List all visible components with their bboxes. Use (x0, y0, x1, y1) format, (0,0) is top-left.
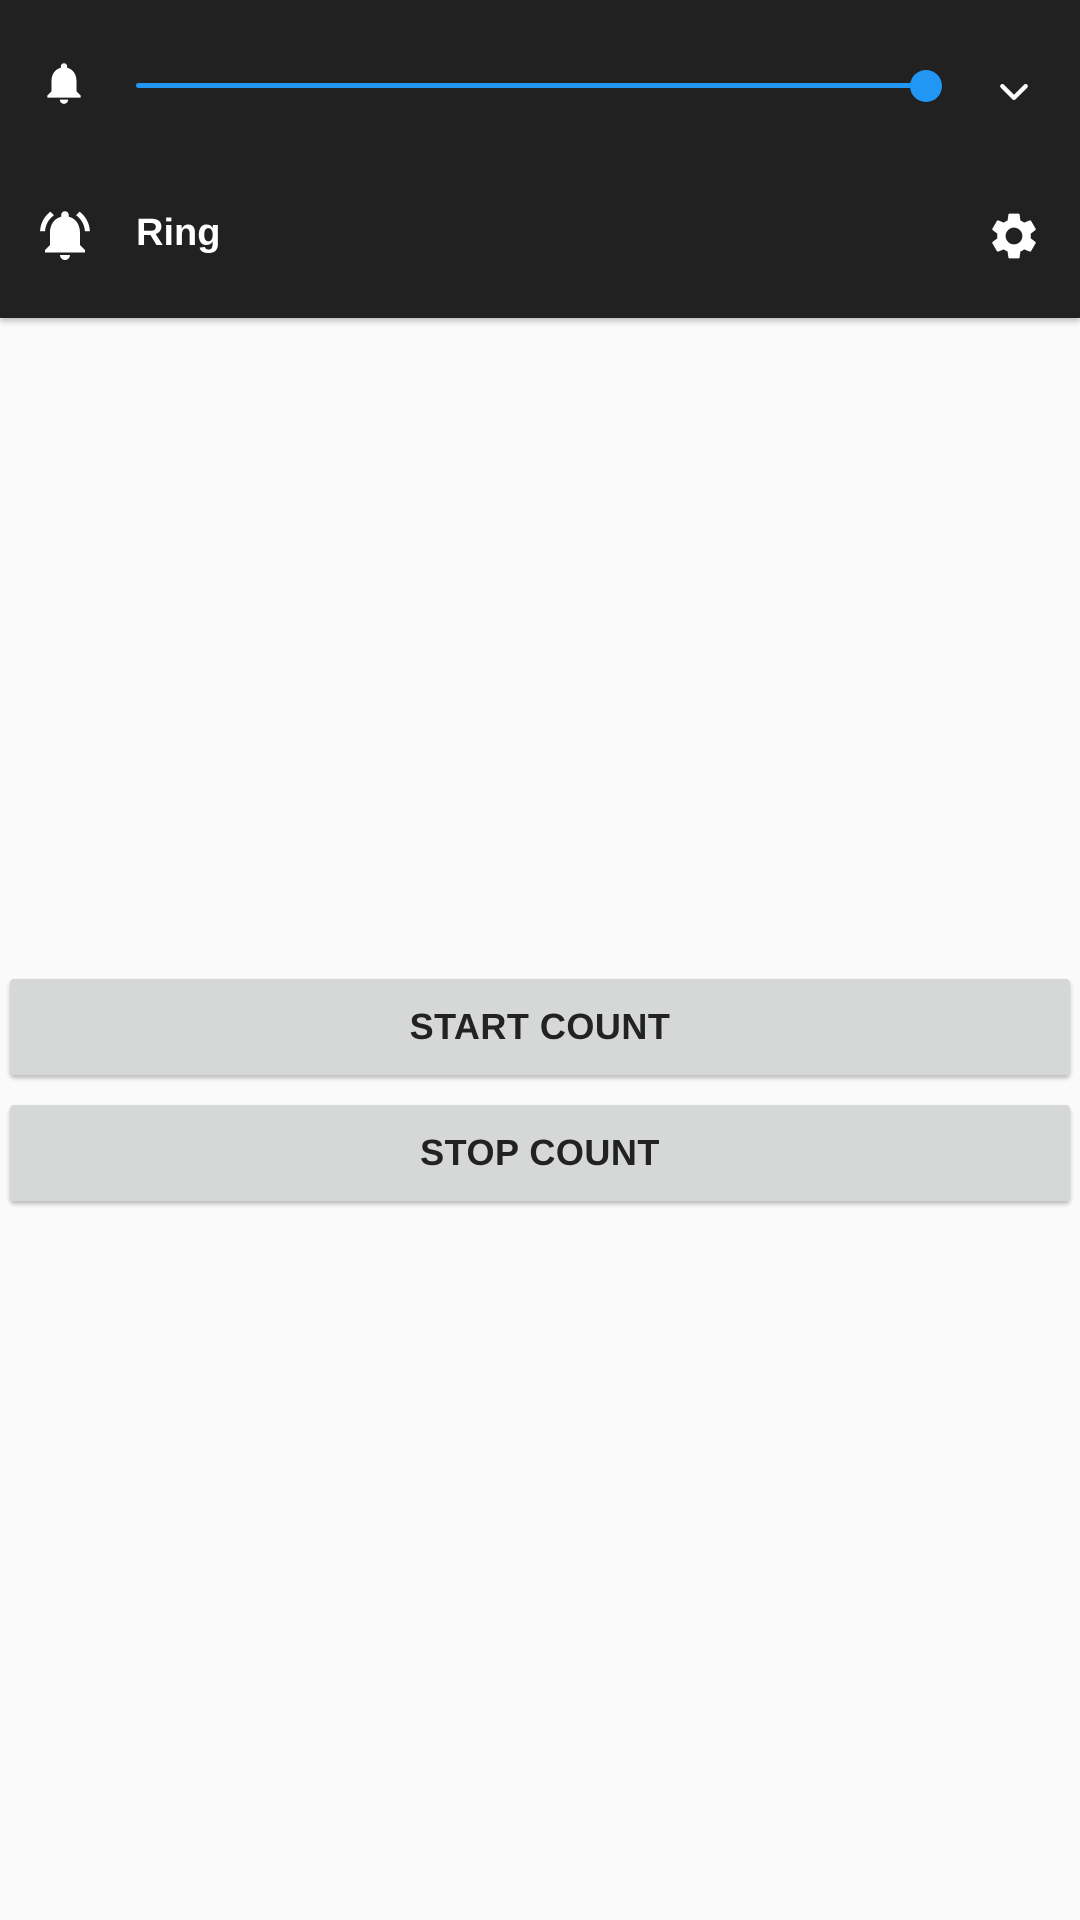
start-count-button[interactable]: START COUNT (10, 979, 1070, 1075)
volume-panel: Ring (0, 0, 1080, 318)
bell-icon[interactable] (34, 51, 94, 115)
bell-ringing-icon[interactable] (34, 204, 96, 266)
volume-slider-row (0, 30, 1080, 138)
slider-fill (136, 83, 926, 88)
ringer-mode-row: Ring (0, 180, 1080, 290)
volume-slider[interactable] (136, 70, 942, 102)
slider-thumb[interactable] (910, 70, 942, 102)
gear-icon[interactable] (984, 206, 1044, 266)
ringer-mode-label: Ring (136, 212, 221, 254)
chevron-down-icon[interactable] (990, 68, 1038, 116)
stop-count-button[interactable]: STOP COUNT (10, 1105, 1070, 1201)
